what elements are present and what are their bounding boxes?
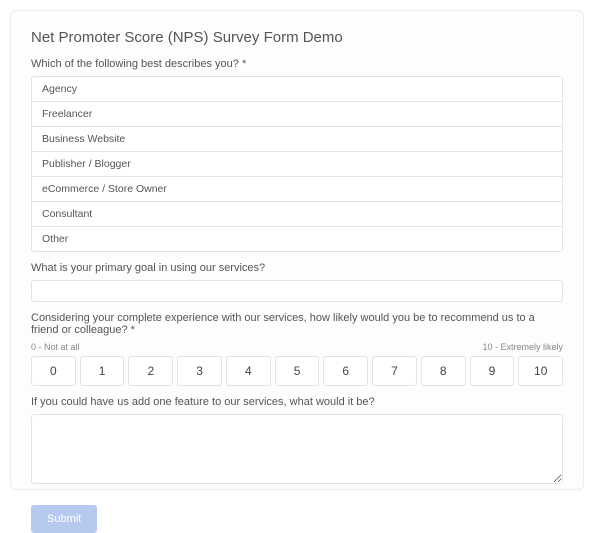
q2-input[interactable] xyxy=(31,280,563,302)
q3-label: Considering your complete experience wit… xyxy=(31,312,563,336)
scale-0[interactable]: 0 xyxy=(31,356,76,386)
form-title: Net Promoter Score (NPS) Survey Form Dem… xyxy=(31,29,563,46)
scale-1[interactable]: 1 xyxy=(80,356,125,386)
submit-button[interactable]: Submit xyxy=(31,505,97,533)
q4-textarea[interactable] xyxy=(31,414,563,484)
q1-option-freelancer[interactable]: Freelancer xyxy=(31,101,563,127)
survey-card: Net Promoter Score (NPS) Survey Form Dem… xyxy=(10,10,584,490)
scale-8[interactable]: 8 xyxy=(421,356,466,386)
q3-max-label: 10 - Extremely likely xyxy=(482,342,563,352)
q1-options: Agency Freelancer Business Website Publi… xyxy=(31,76,563,252)
scale-9[interactable]: 9 xyxy=(470,356,515,386)
scale-2[interactable]: 2 xyxy=(128,356,173,386)
scale-10[interactable]: 10 xyxy=(518,356,563,386)
scale-4[interactable]: 4 xyxy=(226,356,271,386)
scale-7[interactable]: 7 xyxy=(372,356,417,386)
q3-scale-labels: 0 - Not at all 10 - Extremely likely xyxy=(31,342,563,352)
scale-6[interactable]: 6 xyxy=(323,356,368,386)
q1-option-business-website[interactable]: Business Website xyxy=(31,126,563,152)
q1-option-agency[interactable]: Agency xyxy=(31,76,563,102)
scale-5[interactable]: 5 xyxy=(275,356,320,386)
q1-label: Which of the following best describes yo… xyxy=(31,58,563,70)
q4-label: If you could have us add one feature to … xyxy=(31,396,563,408)
q2-label: What is your primary goal in using our s… xyxy=(31,262,563,274)
q3-scale: 0 1 2 3 4 5 6 7 8 9 10 xyxy=(31,356,563,386)
scale-3[interactable]: 3 xyxy=(177,356,222,386)
q1-option-ecommerce-store-owner[interactable]: eCommerce / Store Owner xyxy=(31,176,563,202)
q1-option-other[interactable]: Other xyxy=(31,226,563,252)
q3-min-label: 0 - Not at all xyxy=(31,342,80,352)
q1-option-publisher-blogger[interactable]: Publisher / Blogger xyxy=(31,151,563,177)
q1-option-consultant[interactable]: Consultant xyxy=(31,201,563,227)
